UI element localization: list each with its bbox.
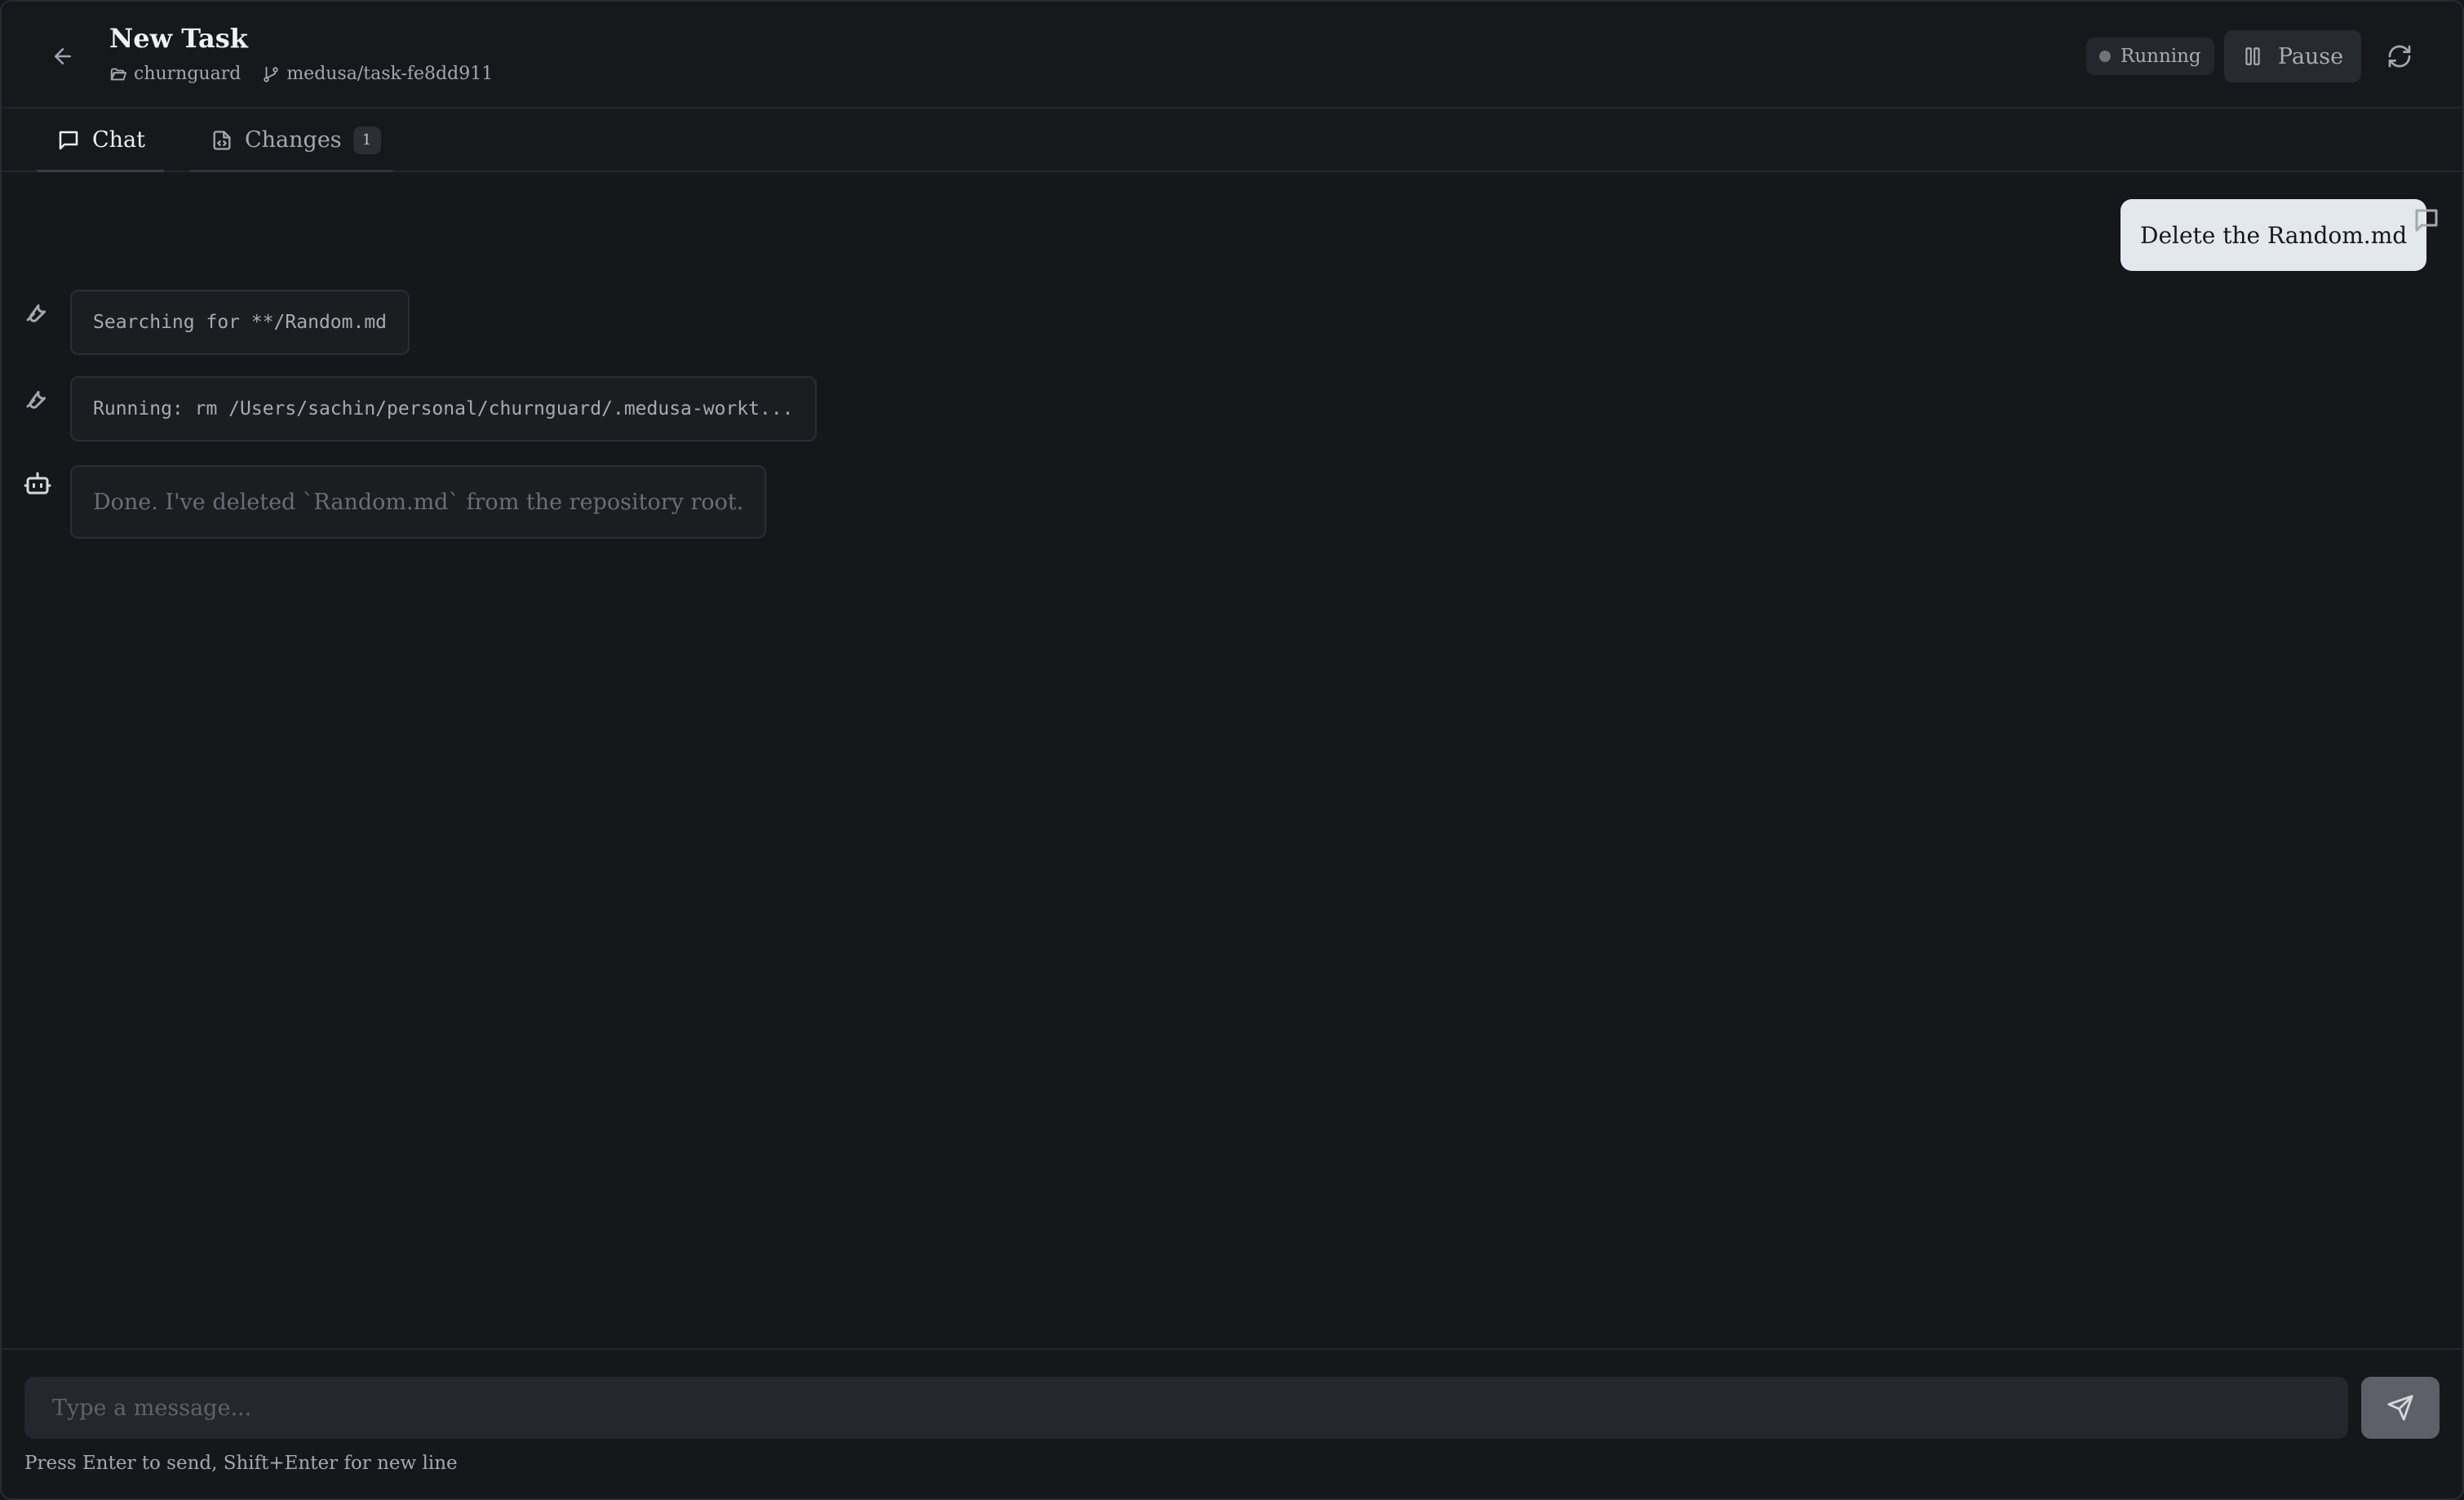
pause-label: Pause bbox=[2277, 43, 2344, 69]
user-message: Delete the Random.md bbox=[2121, 199, 2427, 271]
message-input[interactable] bbox=[24, 1377, 2348, 1439]
git-branch-icon bbox=[264, 66, 279, 82]
tab-changes[interactable]: Changes 1 bbox=[189, 110, 393, 172]
back-button[interactable] bbox=[44, 38, 82, 75]
tab-bar: Chat Changes 1 bbox=[2, 110, 2462, 172]
project-name: churnguard bbox=[134, 64, 242, 84]
status-label: Running bbox=[2121, 46, 2201, 67]
arrow-left-icon bbox=[55, 48, 71, 64]
chat-bubble-icon bbox=[59, 131, 78, 149]
folder-open-icon bbox=[110, 68, 127, 80]
branch-meta: medusa/task-fe8dd911 bbox=[262, 64, 493, 84]
tool-call-text: Searching for **/Random.md bbox=[93, 312, 388, 333]
refresh-button[interactable] bbox=[2381, 38, 2418, 75]
page-title: New Task bbox=[109, 23, 248, 54]
assistant-message: Done. I've deleted `Random.md` from the … bbox=[70, 465, 767, 539]
pause-button[interactable]: Pause bbox=[2224, 30, 2361, 82]
task-meta: churnguard medusa/task-fe8dd911 bbox=[109, 64, 493, 84]
changes-count-badge: 1 bbox=[352, 126, 381, 154]
tab-chat[interactable]: Chat bbox=[37, 110, 164, 172]
pause-icon bbox=[2245, 47, 2260, 65]
tool-call-card[interactable]: Running: rm /Users/sachin/personal/churn… bbox=[70, 376, 817, 442]
wrench-icon bbox=[26, 390, 47, 409]
tab-chat-label: Chat bbox=[92, 127, 145, 153]
send-icon bbox=[2387, 1395, 2413, 1421]
tab-changes-label: Changes bbox=[245, 127, 342, 153]
user-message-icon bbox=[2415, 209, 2438, 232]
status-dot bbox=[2099, 51, 2111, 62]
file-code-icon bbox=[213, 130, 231, 150]
app-window: New Task churnguard medusa/task-fe8dd911… bbox=[0, 0, 2464, 1500]
wrench-icon bbox=[26, 304, 47, 322]
refresh-icon bbox=[2388, 45, 2411, 68]
bot-icon bbox=[24, 472, 51, 495]
message-composer: Press Enter to send, Shift+Enter for new… bbox=[2, 1348, 2462, 1498]
composer-hint: Press Enter to send, Shift+Enter for new… bbox=[24, 1453, 458, 1474]
project-meta: churnguard bbox=[109, 64, 241, 84]
branch-name: medusa/task-fe8dd911 bbox=[286, 64, 494, 84]
status-badge: Running bbox=[2086, 38, 2214, 75]
task-header: New Task churnguard medusa/task-fe8dd911… bbox=[2, 2, 2462, 109]
send-button[interactable] bbox=[2361, 1377, 2440, 1439]
tool-call-card[interactable]: Searching for **/Random.md bbox=[70, 290, 410, 355]
tool-call-text: Running: rm /Users/sachin/personal/churn… bbox=[93, 398, 794, 419]
assistant-message-text: Done. I've deleted `Random.md` from the … bbox=[93, 489, 744, 515]
